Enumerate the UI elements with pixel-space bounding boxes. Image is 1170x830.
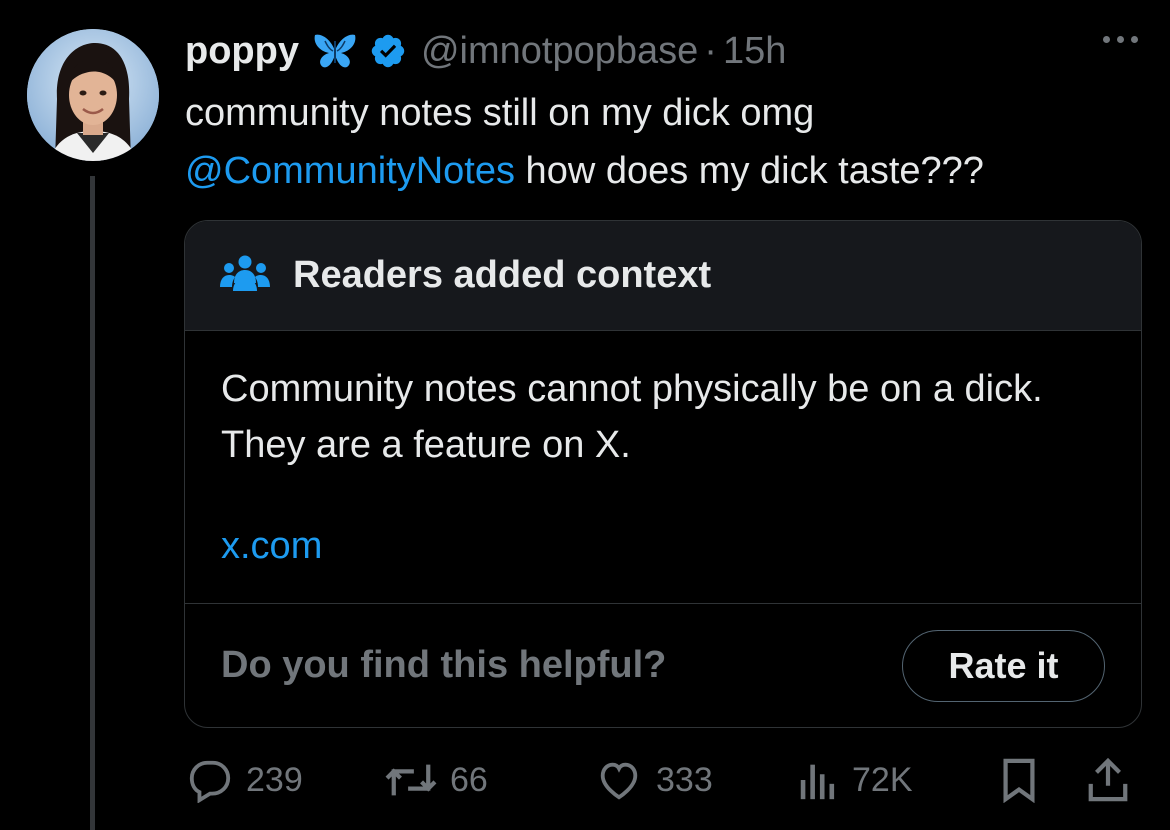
mention-link[interactable]: @CommunityNotes — [185, 150, 515, 192]
repost-button[interactable]: 66 — [384, 752, 488, 808]
like-button[interactable]: 333 — [594, 752, 713, 808]
views-icon — [796, 757, 840, 803]
note-body: Community notes cannot physically be on … — [185, 331, 1141, 604]
tweet-header: poppy @imnotpopbase · 15h — [185, 24, 786, 78]
bookmark-icon — [998, 757, 1040, 803]
views-button[interactable]: 72K — [796, 752, 913, 808]
like-count: 333 — [656, 760, 713, 799]
note-text: Community notes cannot physically be on … — [221, 368, 1043, 466]
more-icon[interactable] — [1103, 36, 1138, 43]
note-header-title: Readers added context — [293, 254, 712, 296]
bookmark-button[interactable] — [998, 752, 1040, 808]
author-name[interactable]: poppy — [185, 30, 299, 73]
tweet-text: community notes still on my dick omg @Co… — [185, 84, 1145, 200]
note-source-link[interactable]: x.com — [221, 525, 1107, 568]
repost-count: 66 — [450, 760, 488, 799]
repost-icon — [384, 757, 438, 803]
tweet-page: poppy @imnotpopbase · 15h community note… — [0, 0, 1170, 830]
helpful-question: Do you find this helpful? — [221, 644, 667, 686]
reply-icon — [186, 757, 234, 803]
tweet-timestamp[interactable]: 15h — [723, 30, 786, 73]
people-icon — [219, 253, 271, 298]
butterfly-icon — [313, 31, 357, 71]
thread-line — [90, 176, 95, 830]
note-header: Readers added context — [185, 221, 1141, 331]
avatar[interactable] — [27, 29, 159, 161]
tweet-text-line2: @CommunityNotes how does my dick taste??… — [185, 142, 1145, 200]
tweet-text-line1: community notes still on my dick omg — [185, 92, 815, 134]
share-icon — [1086, 757, 1130, 803]
rate-it-button[interactable]: Rate it — [902, 629, 1105, 702]
reply-count: 239 — [246, 760, 303, 799]
tweet-text-line2-rest: how does my dick taste??? — [515, 150, 984, 192]
community-note-card[interactable]: Readers added context Community notes ca… — [184, 220, 1142, 728]
action-bar: 239 66 333 72K — [186, 752, 1136, 808]
separator-dot: · — [704, 29, 717, 72]
share-button[interactable] — [1086, 752, 1130, 808]
verified-badge-icon[interactable] — [369, 32, 407, 70]
views-count: 72K — [852, 760, 913, 799]
like-icon — [594, 757, 644, 803]
avatar-image — [27, 29, 159, 161]
author-handle[interactable]: @imnotpopbase — [421, 30, 698, 73]
note-footer: Do you find this helpful? Rate it — [185, 604, 1141, 727]
reply-button[interactable]: 239 — [186, 752, 303, 808]
